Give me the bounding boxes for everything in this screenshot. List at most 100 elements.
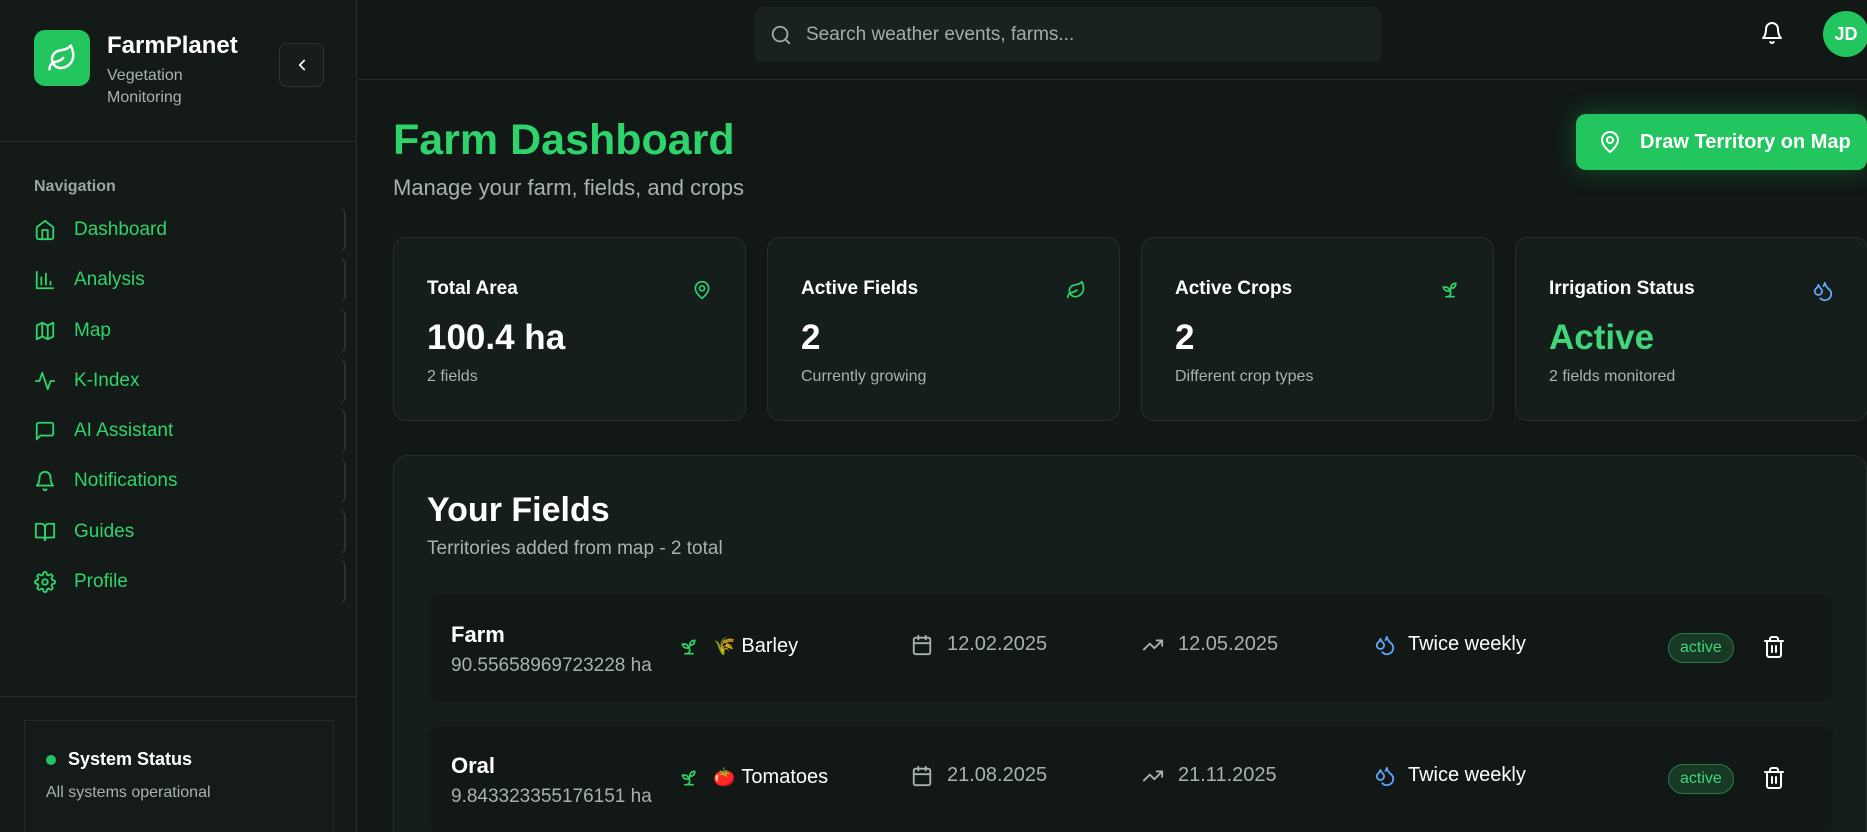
stat-subtext: 2 fields monitored (1549, 368, 1676, 385)
map-pin-icon (1601, 131, 1619, 153)
field-crop: 🍅 Tomatoes (679, 766, 828, 789)
avatar[interactable]: JD (1823, 11, 1867, 57)
stat-card-total-area: Total Area 100.4 ha 2 fields (393, 237, 746, 421)
trending-up-icon (1142, 770, 1164, 781)
status-badge: active (1668, 764, 1734, 794)
droplets-icon (1375, 766, 1395, 786)
crop-name: Barley (741, 635, 799, 657)
stat-title: Active Fields (801, 278, 919, 299)
bell-icon (1762, 22, 1782, 44)
stat-card-active-crops: Active Crops 2 Different crop types (1141, 237, 1494, 421)
sidebar-item-label: Guides (74, 520, 135, 542)
chevron-left-icon (298, 59, 305, 71)
bell-icon (35, 471, 55, 492)
collapse-sidebar-button[interactable] (279, 43, 324, 87)
map-icon (35, 321, 55, 340)
sidebar-item-map[interactable]: Map (26, 307, 346, 354)
stat-subtext: 2 fields (427, 368, 478, 385)
crop-name: Tomatoes (741, 766, 829, 788)
field-row[interactable]: Oral 9.843323355176151 ha 🍅 Tomatoes 21.… (429, 726, 1833, 832)
field-name: Farm (451, 622, 505, 647)
trending-up-icon (1142, 639, 1164, 650)
crop-emoji: 🍅 (713, 767, 736, 787)
trash-icon (1764, 636, 1784, 658)
planting-date: 21.08.2025 (911, 764, 1047, 787)
settings-icon (34, 571, 56, 594)
page-title: Farm Dashboard (393, 116, 735, 164)
calendar-icon (912, 634, 932, 655)
brand-subtitle: Vegetation Monitoring (107, 67, 183, 106)
stat-card-irrigation-status: Irrigation Status Active 2 fields monito… (1515, 237, 1867, 421)
sidebar-item-label: AI Assistant (74, 420, 174, 442)
sidebar-item-label: Analysis (74, 269, 145, 291)
sidebar-item-dashboard[interactable]: Dashboard (26, 207, 346, 253)
delete-field-button[interactable] (1762, 635, 1786, 664)
stat-card-active-fields: Active Fields 2 Currently growing (767, 237, 1120, 421)
sidebar-nav: Dashboard Analysis Map K-Index AI Assist… (26, 207, 346, 609)
divider (0, 141, 357, 142)
sidebar-item-notifications[interactable]: Notifications (26, 458, 346, 505)
book-icon (34, 522, 56, 541)
sidebar-item-label: Map (74, 319, 111, 341)
sidebar: FarmPlanet Vegetation Monitoring Navigat… (0, 0, 357, 832)
irrigation-value: Twice weekly (1408, 764, 1526, 786)
stat-subtext: Different crop types (1175, 368, 1314, 385)
sprout-icon (681, 639, 696, 654)
droplets-icon (1813, 281, 1833, 302)
sidebar-item-label: Profile (74, 571, 128, 593)
stat-title: Active Crops (1175, 278, 1293, 299)
sidebar-item-k-index[interactable]: K-Index (26, 357, 346, 404)
calendar-icon (912, 765, 932, 786)
droplets-icon (1375, 635, 1395, 655)
stat-title: Total Area (427, 278, 518, 299)
sprout-icon (681, 770, 696, 785)
sidebar-item-guides[interactable]: Guides (26, 508, 346, 555)
fields-panel: Your Fields Territories added from map -… (393, 455, 1867, 832)
sidebar-item-profile[interactable]: Profile (26, 559, 346, 606)
irrigation-schedule: Twice weekly (1374, 633, 1526, 656)
search-input[interactable] (806, 23, 1366, 46)
draw-territory-button[interactable]: Draw Territory on Map (1576, 114, 1867, 170)
sprout-icon (1442, 282, 1457, 298)
search-bar[interactable] (754, 7, 1382, 62)
topbar: JD (358, 0, 1867, 80)
field-row[interactable]: Farm 90.55658969723228 ha 🌾 Barley 12.02… (429, 595, 1833, 701)
page-subtitle: Manage your farm, fields, and crops (393, 175, 744, 200)
irrigation-value: Twice weekly (1408, 633, 1526, 655)
stat-value: 100.4 ha (427, 318, 566, 357)
sidebar-item-label: Dashboard (74, 219, 167, 240)
divider (0, 696, 357, 697)
harvest-date: 12.05.2025 (1142, 633, 1278, 656)
irrigation-schedule: Twice weekly (1374, 764, 1526, 787)
sidebar-item-ai-assistant[interactable]: AI Assistant (26, 408, 346, 455)
status-badge: active (1668, 633, 1734, 663)
notifications-button[interactable] (1760, 21, 1788, 49)
draw-territory-label: Draw Territory on Map (1640, 130, 1851, 153)
fields-title: Your Fields (427, 491, 610, 529)
planting-date: 12.02.2025 (911, 633, 1047, 656)
planting-date-value: 12.02.2025 (947, 633, 1048, 655)
sidebar-item-label: Notifications (74, 470, 178, 492)
home-icon (35, 219, 55, 241)
status-dot-icon (46, 754, 56, 765)
field-area: 90.55658969723228 ha (451, 655, 652, 676)
delete-field-button[interactable] (1762, 766, 1786, 795)
field-area: 9.843323355176151 ha (451, 786, 652, 807)
bar-chart-icon (35, 271, 55, 290)
brand-name: FarmPlanet (107, 32, 238, 59)
activity-icon (34, 371, 56, 391)
field-name: Oral (451, 753, 496, 778)
stat-value: 2 (1175, 318, 1195, 357)
message-icon (35, 422, 55, 441)
stat-value: 2 (801, 318, 821, 357)
trash-icon (1764, 767, 1784, 789)
harvest-date: 21.11.2025 (1142, 764, 1277, 787)
system-status-text: All systems operational (46, 784, 211, 801)
stat-value: Active (1549, 318, 1655, 357)
sidebar-item-analysis[interactable]: Analysis (26, 257, 346, 304)
leaf-icon (1066, 280, 1085, 299)
stat-title: Irrigation Status (1549, 278, 1695, 299)
nav-heading: Navigation (34, 178, 116, 195)
leaf-logo-icon (34, 30, 90, 86)
map-pin-icon (694, 280, 710, 300)
